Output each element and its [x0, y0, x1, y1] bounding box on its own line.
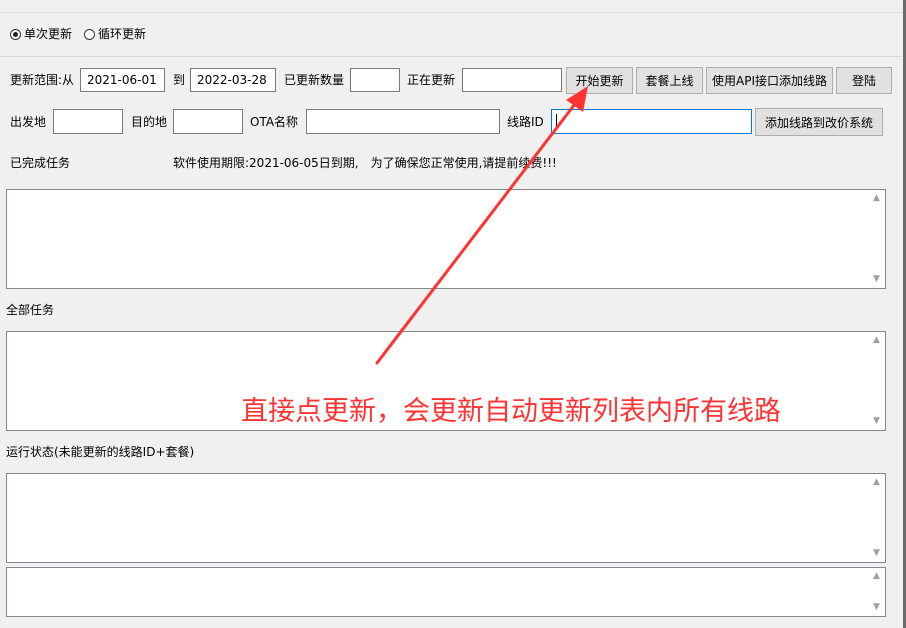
annotation-text: 直接点更新，会更新自动更新列表内所有线路 — [241, 396, 781, 427]
annotation-arrow-icon — [375, 86, 588, 365]
